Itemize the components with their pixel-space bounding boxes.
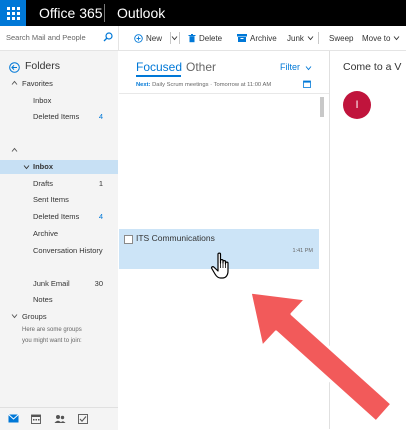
plus-circle-icon (134, 33, 143, 43)
app-launcher-icon[interactable] (0, 0, 26, 26)
chevron-down-icon (394, 36, 400, 41)
junk-button[interactable]: Junk (287, 32, 317, 44)
search-input[interactable] (6, 29, 98, 46)
search-icon[interactable] (103, 32, 113, 42)
tab-other[interactable]: Other (186, 60, 216, 74)
move-to-button[interactable]: Move to (362, 32, 403, 44)
app-name[interactable]: Outlook (117, 5, 165, 21)
favorite-item-deleted-items[interactable]: Deleted Items 4 (0, 110, 118, 124)
chevron-down-icon[interactable] (23, 164, 30, 170)
archive-button-label: Archive (250, 33, 277, 43)
folder-label: Drafts (33, 179, 54, 188)
archive-button[interactable]: Archive (237, 32, 277, 44)
folder-label: Inbox (33, 96, 52, 105)
folder-label: Conversation History (33, 246, 103, 255)
item-count: 30 (94, 279, 103, 288)
toolbar-divider (318, 32, 319, 44)
message-sender: ITS Communications (136, 233, 215, 243)
calendar-icon[interactable] (31, 414, 41, 424)
folder-item-notes[interactable]: Notes (0, 293, 118, 307)
search-box (0, 26, 119, 51)
folder-label: Archive (33, 229, 59, 238)
filter-button[interactable]: Filter (280, 62, 312, 72)
upcoming-event[interactable]: Next: Daily Scrum meetings · Tomorrow at… (136, 82, 271, 88)
command-bar: New Delete Archive Junk Sweep Move to (119, 26, 406, 51)
folder-label: Notes (33, 295, 53, 304)
groups-suggestion-text: Here are some groups (22, 327, 82, 333)
sender-avatar[interactable]: I (343, 91, 371, 119)
chevron-down-icon (307, 36, 314, 41)
folder-item-junk-email[interactable]: Junk Email 30 (0, 277, 118, 291)
tab-focused[interactable]: Focused (136, 60, 182, 74)
item-count: 1 (98, 179, 103, 188)
next-event-time: Tomorrow at 11:00 AM (213, 82, 272, 88)
message-subject: Come to a V (343, 61, 402, 73)
scrollbar[interactable] (320, 97, 324, 117)
folder-label: Inbox (33, 162, 53, 171)
new-dropdown-chevron-icon[interactable] (171, 35, 178, 41)
folder-item-inbox[interactable]: Inbox (0, 160, 118, 174)
folder-item-drafts[interactable]: Drafts 1 (0, 177, 118, 191)
sweep-button[interactable]: Sweep (329, 32, 353, 44)
tab-focused-underline (136, 75, 181, 77)
toolbar-divider (179, 32, 180, 44)
new-button[interactable]: New (134, 32, 162, 44)
folder-item-archive[interactable]: Archive (0, 227, 118, 241)
people-icon[interactable] (54, 414, 66, 424)
groups-suggestion-text: you might want to join: (22, 338, 82, 344)
select-checkbox[interactable] (124, 235, 133, 244)
delete-button[interactable]: Delete (188, 32, 222, 44)
groups-header[interactable]: Groups (0, 310, 118, 324)
mail-icon[interactable] (8, 414, 19, 423)
folder-item-deleted-items[interactable]: Deleted Items 4 (0, 210, 118, 224)
archive-icon (237, 34, 247, 42)
folder-label: Deleted Items (33, 112, 80, 121)
folder-pane: Folders Favorites Inbox Deleted Items 4 … (0, 51, 118, 407)
next-event-title: Daily Scrum meetings (152, 82, 209, 88)
top-bar: Office 365 Outlook (0, 0, 406, 26)
back-arrow-icon[interactable] (9, 62, 20, 73)
unread-count: 4 (98, 112, 103, 121)
unread-count: 4 (98, 212, 103, 221)
delete-button-label: Delete (199, 33, 223, 43)
favorites-header[interactable]: Favorites (0, 77, 118, 91)
tasks-icon[interactable] (78, 414, 88, 424)
message-list: Focused Other Filter Next: Daily Scrum m… (119, 51, 329, 429)
folder-label: Deleted Items (33, 212, 80, 221)
hand-pointer-cursor-icon (211, 252, 229, 279)
module-switcher (0, 407, 118, 430)
junk-button-label: Junk (287, 33, 304, 43)
chevron-up-icon (11, 80, 18, 85)
chevron-up-icon[interactable] (11, 147, 18, 153)
move-to-button-label: Move to (362, 33, 391, 43)
folder-label: Junk Email (33, 279, 70, 288)
calendar-icon[interactable] (303, 80, 311, 88)
topbar-divider (104, 4, 105, 22)
folder-item-sent-items[interactable]: Sent Items (0, 193, 118, 207)
divider (119, 93, 329, 94)
sweep-button-label: Sweep (329, 33, 354, 43)
chevron-down-icon (305, 66, 311, 71)
trash-icon (188, 33, 196, 42)
favorites-label: Favorites (22, 79, 53, 88)
office365-brand[interactable]: Office 365 (39, 5, 103, 21)
folder-label: Sent Items (33, 195, 69, 204)
groups-label: Groups (22, 312, 47, 321)
reading-pane: Come to a V I (330, 51, 406, 429)
message-time: 1:41 PM (292, 248, 313, 254)
favorite-item-inbox[interactable]: Inbox (0, 94, 118, 108)
folder-item-conversation-history[interactable]: Conversation History (0, 244, 118, 258)
filter-label: Filter (280, 62, 300, 72)
chevron-down-icon (11, 314, 18, 319)
new-button-label: New (146, 33, 163, 43)
folders-title[interactable]: Folders (25, 60, 60, 72)
next-label: Next: (136, 82, 151, 88)
